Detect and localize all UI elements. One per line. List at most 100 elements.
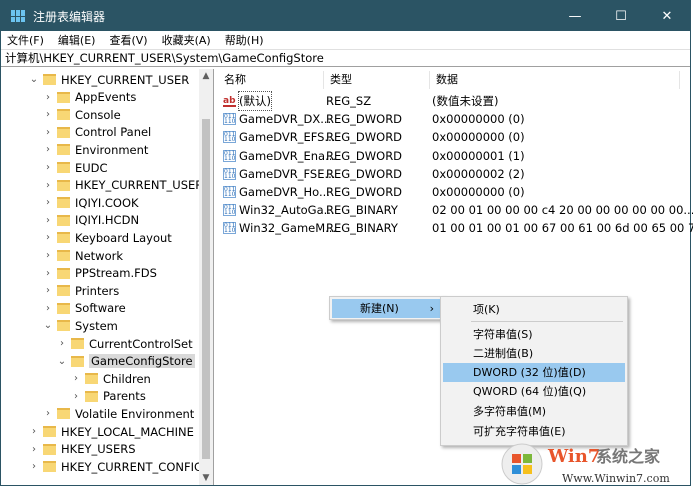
minimize-button[interactable]: — — [552, 1, 598, 31]
menu-item-new[interactable]: 新建(N) › — [332, 299, 442, 318]
menu-file[interactable]: 文件(F) — [7, 32, 44, 48]
value-row[interactable]: 011 110 Win32_GameM... REG_BINARY 01 00 01 … — [223, 219, 693, 237]
submenu-item[interactable]: 多字符串值(M) — [443, 402, 625, 421]
chevron-right-icon[interactable]: › — [70, 373, 82, 384]
value-name: Win32_AutoGa... — [239, 203, 335, 218]
value-type: REG_DWORD — [326, 148, 403, 163]
folder-icon — [57, 320, 70, 332]
tree-node-label: Printers — [75, 283, 120, 298]
tree-node[interactable]: › Keyboard Layout — [42, 229, 172, 246]
folder-icon — [57, 408, 70, 420]
scroll-up-icon[interactable]: ▲ — [199, 71, 213, 81]
value-row[interactable]: 011 110 GameDVR_DX... REG_DWORD 0x00000000 … — [223, 110, 525, 128]
chevron-right-icon[interactable]: › — [42, 127, 54, 138]
submenu-item[interactable]: 项(K) — [443, 300, 625, 319]
value-row[interactable]: ab (默认) REG_SZ (数值未设置) — [223, 91, 498, 111]
tree-node[interactable]: ⌄ GameConfigStore — [56, 353, 195, 370]
tree-node[interactable]: › HKEY_USERS — [28, 441, 136, 458]
tree-node[interactable]: › IQIYI.HCDN — [42, 212, 139, 229]
tree-node[interactable]: › Software — [42, 300, 126, 317]
close-button[interactable]: ✕ — [644, 1, 690, 31]
tree-node-label: Keyboard Layout — [75, 230, 172, 245]
chevron-right-icon[interactable]: › — [42, 92, 54, 103]
maximize-button[interactable]: ☐ — [598, 1, 644, 31]
tree-node[interactable]: › EUDC — [42, 159, 108, 176]
chevron-down-icon[interactable]: ⌄ — [56, 356, 68, 367]
folder-icon — [57, 302, 70, 314]
tree-node[interactable]: › Volatile Environment — [42, 405, 194, 422]
value-name: (默认) — [238, 91, 272, 111]
tree-node[interactable]: › HKEY_CURRENT_CONFIG — [28, 458, 203, 475]
regedit-icon — [11, 10, 25, 22]
chevron-down-icon[interactable]: ⌄ — [28, 74, 40, 85]
menu-help[interactable]: 帮助(H) — [225, 32, 264, 48]
chevron-right-icon[interactable]: › — [28, 444, 40, 455]
tree-node-label: PPStream.FDS — [75, 266, 157, 281]
value-data: 0x00000000 (0) — [432, 130, 525, 145]
tree-scrollbar[interactable]: ▲ ▼ — [199, 69, 213, 485]
scrollbar-thumb[interactable] — [202, 119, 210, 459]
chevron-right-icon[interactable]: › — [42, 303, 54, 314]
value-data: 01 00 01 00 01 00 67 00 61 00 6d 00 65 0… — [432, 221, 693, 236]
value-row[interactable]: 011 110 GameDVR_FSE... REG_DWORD 0x00000002… — [223, 165, 525, 183]
tree-node[interactable]: › PPStream.FDS — [42, 265, 157, 282]
scroll-down-icon[interactable]: ▼ — [199, 473, 213, 483]
folder-icon — [85, 373, 98, 385]
tree-node[interactable]: › CurrentControlSet — [56, 335, 193, 352]
tree-node[interactable]: ⌄ System — [42, 317, 118, 334]
column-header-name[interactable]: 名称 — [218, 71, 324, 89]
tree-node-label: Environment — [75, 142, 149, 157]
chevron-right-icon[interactable]: › — [42, 180, 54, 191]
value-type: REG_DWORD — [326, 130, 403, 145]
tree-node[interactable]: › HKEY_CURRENT_USER — [42, 177, 203, 194]
menu-view[interactable]: 查看(V) — [109, 32, 147, 48]
tree-node-label: GameConfigStore — [89, 354, 195, 369]
chevron-right-icon[interactable]: › — [42, 162, 54, 173]
submenu-item[interactable]: 二进制值(B) — [443, 344, 625, 363]
tree-node[interactable]: › Console — [42, 106, 121, 123]
tree-node[interactable]: › Printers — [42, 282, 119, 299]
chevron-right-icon[interactable]: › — [56, 338, 68, 349]
binary-value-icon: 011 110 — [223, 186, 236, 198]
chevron-right-icon[interactable]: › — [42, 285, 54, 296]
chevron-right-icon[interactable]: › — [42, 109, 54, 120]
tree-node[interactable]: › Parents — [70, 388, 146, 405]
chevron-right-icon[interactable]: › — [28, 426, 40, 437]
submenu-item[interactable]: 字符串值(S) — [443, 325, 625, 344]
tree-node[interactable]: › Network — [42, 247, 123, 264]
value-row[interactable]: 011 110 Win32_AutoGa... REG_BINARY 02 00 01… — [223, 201, 693, 219]
submenu-item[interactable]: QWORD (64 位)值(Q) — [443, 382, 625, 401]
tree-node-label: HKEY_USERS — [61, 442, 136, 457]
tree-node[interactable]: › AppEvents — [42, 89, 136, 106]
tree-node[interactable]: › Children — [70, 370, 151, 387]
chevron-right-icon[interactable]: › — [42, 144, 54, 155]
folder-icon — [57, 197, 70, 209]
tree-node[interactable]: › IQIYI.COOK — [42, 194, 139, 211]
submenu-item[interactable]: 可扩充字符串值(E) — [443, 422, 625, 441]
folder-icon — [57, 214, 70, 226]
column-header-type[interactable]: 类型 — [324, 71, 430, 89]
chevron-down-icon[interactable]: ⌄ — [42, 320, 54, 331]
menu-favorites[interactable]: 收藏夹(A) — [162, 32, 211, 48]
value-row[interactable]: 011 110 GameDVR_Ena... REG_DWORD 0x00000001… — [223, 147, 525, 165]
menu-edit[interactable]: 编辑(E) — [58, 32, 96, 48]
chevron-right-icon[interactable]: › — [42, 197, 54, 208]
chevron-right-icon[interactable]: › — [42, 408, 54, 419]
tree-node-label: Volatile Environment — [75, 406, 195, 421]
value-type: REG_DWORD — [326, 185, 403, 199]
chevron-right-icon[interactable]: › — [28, 461, 40, 472]
chevron-right-icon[interactable]: › — [42, 268, 54, 279]
chevron-right-icon[interactable]: › — [70, 391, 82, 402]
tree-node[interactable]: › HKEY_LOCAL_MACHINE — [28, 423, 194, 440]
tree-node[interactable]: ⌄ HKEY_CURRENT_USER — [28, 71, 189, 88]
address-bar[interactable]: 计算机\HKEY_CURRENT_USER\System\GameConfigS… — [1, 49, 690, 67]
chevron-right-icon[interactable]: › — [42, 250, 54, 261]
tree-node[interactable]: › Environment — [42, 141, 148, 158]
chevron-right-icon[interactable]: › — [42, 232, 54, 243]
tree-node[interactable]: › Control Panel — [42, 124, 151, 141]
column-header-data[interactable]: 数据 — [430, 71, 680, 89]
value-row[interactable]: 011 110 GameDVR_EFS... REG_DWORD 0x00000000… — [223, 128, 525, 146]
submenu-item[interactable]: DWORD (32 位)值(D) — [443, 363, 625, 382]
value-row[interactable]: 011 110 GameDVR_Ho... REG_DWORD 0x00000000 … — [223, 183, 525, 201]
chevron-right-icon[interactable]: › — [42, 215, 54, 226]
